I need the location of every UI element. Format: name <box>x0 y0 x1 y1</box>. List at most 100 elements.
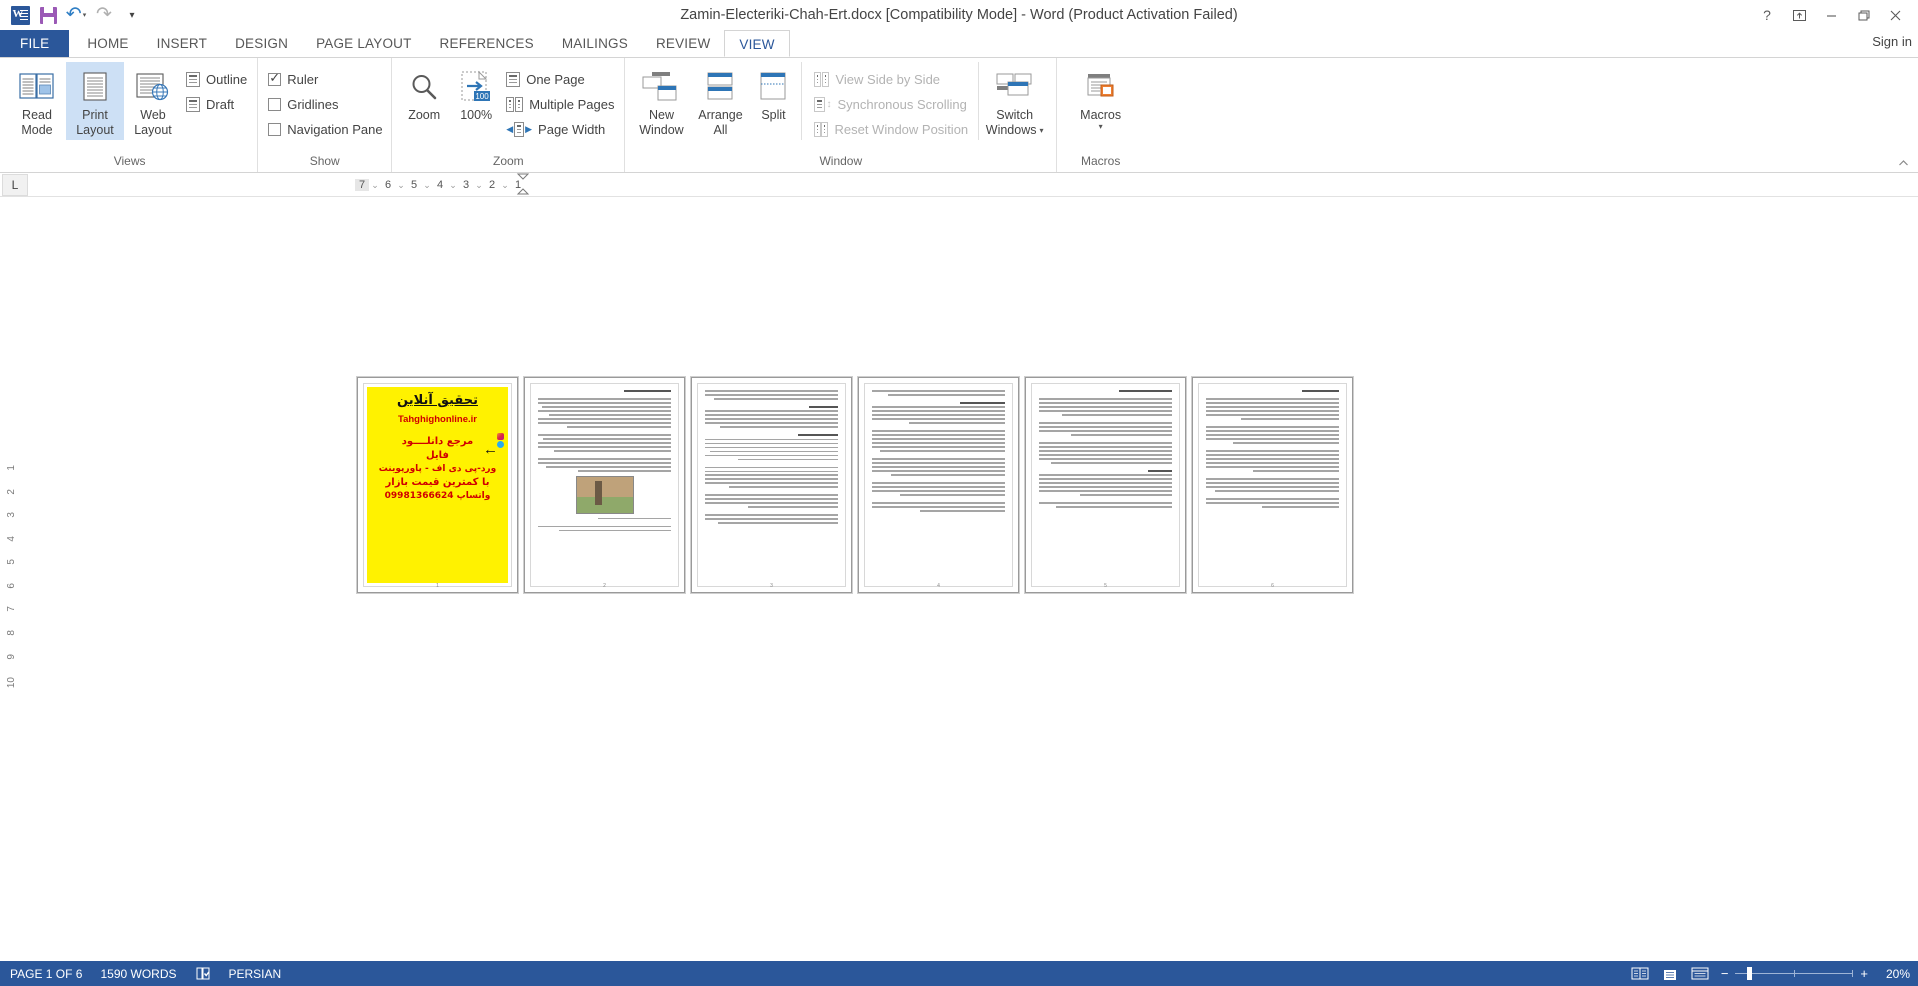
minimize-icon[interactable] <box>1816 2 1846 28</box>
read-mode-button[interactable]: Read Mode <box>8 62 66 140</box>
synchronous-scrolling-icon: ↕ <box>814 96 831 112</box>
draft-view-button[interactable]: Draft <box>182 93 251 115</box>
text-block <box>705 390 838 524</box>
view-side-by-side-button[interactable]: View Side by Side <box>810 68 972 90</box>
print-layout-view-icon[interactable] <box>1661 966 1679 982</box>
window-controls: ? <box>1752 0 1910 30</box>
word-logo-icon[interactable]: W <box>6 2 34 28</box>
macros-label: Macros <box>1080 108 1122 122</box>
draft-view-icon <box>186 96 200 112</box>
document-page-1[interactable]: تحقیق آنلاین Tahghighonline.ir ← مرجع دا… <box>357 377 518 593</box>
view-side-by-side-label: View Side by Side <box>835 71 941 87</box>
read-mode-view-icon[interactable] <box>1631 966 1649 982</box>
restore-icon[interactable] <box>1848 2 1878 28</box>
web-layout-view-icon[interactable] <box>1691 966 1709 982</box>
synchronous-scrolling-button[interactable]: ↕ Synchronous Scrolling <box>810 93 972 115</box>
ruler-num-7: 7 <box>355 179 369 191</box>
navigation-pane-label: Navigation Pane <box>287 121 383 137</box>
word-count[interactable]: 1590 WORDS <box>100 967 176 981</box>
vruler-2: 2 <box>5 488 17 495</box>
read-mode-label-1: Read <box>22 108 52 122</box>
close-icon[interactable] <box>1880 2 1910 28</box>
title-bar: W ↶ ▾ ↷ ▾ Zamin-Electeriki-Chah-Ert.docx … <box>0 0 1918 30</box>
zoom-out-button[interactable]: − <box>1721 967 1729 980</box>
document-page-6[interactable]: 6 <box>1192 377 1353 593</box>
svg-text:100: 100 <box>476 92 490 101</box>
ruler-tick: ⌄ <box>397 179 405 190</box>
cover-site: Tahghighonline.ir <box>398 414 477 425</box>
tab-design[interactable]: DESIGN <box>221 30 302 57</box>
print-layout-button[interactable]: Print Layout <box>66 62 124 140</box>
zoom-slider[interactable]: − + <box>1721 967 1868 980</box>
view-side-by-side-icon <box>814 71 830 87</box>
chevron-down-icon[interactable]: ▾ <box>1040 126 1044 135</box>
gridlines-checkbox[interactable] <box>268 97 282 111</box>
document-page-5[interactable]: 5 <box>1025 377 1186 593</box>
tab-review[interactable]: REVIEW <box>642 30 724 57</box>
outline-view-button[interactable]: Outline <box>182 68 251 90</box>
read-mode-icon <box>19 66 55 108</box>
new-window-button[interactable]: New Window <box>631 62 691 140</box>
ribbon-group-views: Read Mode Print Layout Web Layout Outlin… <box>0 58 257 172</box>
redo-icon[interactable]: ↷ <box>90 2 118 28</box>
sign-in-link[interactable]: Sign in <box>1872 34 1912 49</box>
save-icon[interactable] <box>34 2 62 28</box>
ribbon-display-options-icon[interactable] <box>1784 2 1814 28</box>
ruler-checkbox[interactable] <box>268 70 282 86</box>
multiple-pages-button[interactable]: Multiple Pages <box>502 93 618 115</box>
tab-page-layout[interactable]: PAGE LAYOUT <box>302 30 425 57</box>
navigation-pane-checkbox[interactable] <box>268 122 282 136</box>
page-width-button[interactable]: ◀ ▶ Page Width <box>502 118 618 140</box>
cover-social-icons <box>497 433 504 448</box>
arrange-all-button[interactable]: Arrange All <box>691 62 749 140</box>
first-line-indent-marker[interactable] <box>516 173 530 195</box>
zoom-100-button[interactable]: 100 100% <box>450 62 502 125</box>
macros-button[interactable]: Macros ▾ <box>1069 62 1133 133</box>
web-layout-icon <box>135 66 171 108</box>
language-indicator[interactable]: PERSIAN <box>229 967 282 981</box>
tab-insert[interactable]: INSERT <box>143 30 221 57</box>
tab-home[interactable]: HOME <box>73 30 142 57</box>
zoom-in-button[interactable]: + <box>1860 967 1868 980</box>
horizontal-ruler[interactable]: 7 ⌄ 6 ⌄ 5 ⌄ 4 ⌄ 3 ⌄ 2 ⌄ 1 <box>355 176 525 194</box>
print-layout-icon <box>80 66 110 108</box>
gridlines-checkbox-row[interactable]: Gridlines <box>264 93 386 115</box>
vruler-8: 8 <box>5 629 17 636</box>
document-canvas[interactable]: 1 2 3 4 5 6 7 8 9 10 تحقیق آنلاین Tahghi… <box>0 197 1918 961</box>
collapse-ribbon-button[interactable] <box>1898 156 1908 166</box>
zoom-slider-track[interactable] <box>1735 967 1854 980</box>
zoom-slider-handle[interactable] <box>1747 967 1753 980</box>
tab-view[interactable]: VIEW <box>724 30 790 57</box>
tab-references[interactable]: REFERENCES <box>426 30 548 57</box>
one-page-label: One Page <box>526 71 585 87</box>
proofing-errors-icon[interactable] <box>195 966 211 981</box>
cover-yellow-banner: تحقیق آنلاین Tahghighonline.ir ← مرجع دا… <box>367 387 508 583</box>
switch-windows-button[interactable]: Switch Windows ▾ <box>978 62 1050 140</box>
tab-stop-selector[interactable]: L <box>2 173 28 196</box>
tab-file[interactable]: FILE <box>0 30 70 57</box>
status-bar-right: − + 20% <box>1631 961 1910 986</box>
chevron-down-icon[interactable]: ▾ <box>1099 123 1103 131</box>
zoom-button[interactable]: Zoom <box>398 62 450 125</box>
tab-mailings[interactable]: MAILINGS <box>548 30 642 57</box>
one-page-button[interactable]: One Page <box>502 68 618 90</box>
navigation-pane-checkbox-row[interactable]: Navigation Pane <box>264 118 386 140</box>
vertical-ruler: 1 2 3 4 5 6 7 8 9 10 <box>0 197 22 961</box>
reset-window-position-button[interactable]: Reset Window Position <box>810 118 972 140</box>
ruler-checkbox-row[interactable]: Ruler <box>264 68 386 90</box>
customize-quick-access-toolbar-icon[interactable]: ▾ <box>118 2 146 28</box>
zoom-level[interactable]: 20% <box>1880 967 1910 981</box>
document-page-4[interactable]: 4 <box>858 377 1019 593</box>
one-page-icon <box>506 71 521 87</box>
document-page-3[interactable]: 3 <box>691 377 852 593</box>
split-button[interactable]: Split <box>749 62 797 125</box>
page-indicator[interactable]: PAGE 1 OF 6 <box>10 967 82 981</box>
help-icon[interactable]: ? <box>1752 2 1782 28</box>
ruler-tick: ⌄ <box>501 179 509 190</box>
vruler-4: 4 <box>5 535 17 542</box>
document-page-2[interactable]: 2 <box>524 377 685 593</box>
page-number: 4 <box>937 583 940 589</box>
undo-icon[interactable]: ↶ ▾ <box>62 2 90 28</box>
ruler-num-4: 4 <box>436 179 444 191</box>
web-layout-button[interactable]: Web Layout <box>124 62 182 140</box>
